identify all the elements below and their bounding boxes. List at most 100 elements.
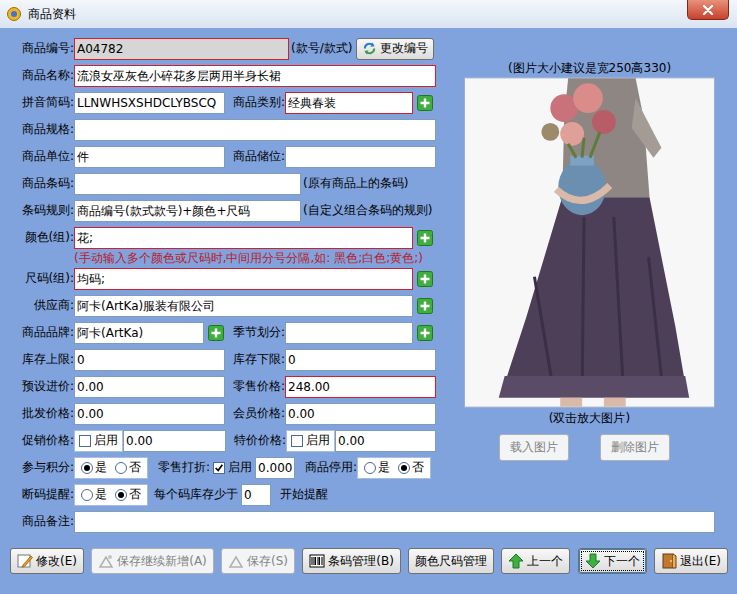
sizes-field[interactable]: 均码; bbox=[74, 268, 413, 290]
separator-hint: (手动输入多个颜色或尺码时,中间用分号分隔,如: 黑色;白色;黄色;) bbox=[74, 251, 436, 265]
change-code-button[interactable]: 更改编号 bbox=[356, 38, 434, 60]
brand-field[interactable]: 阿卡(ArtKa) bbox=[74, 322, 204, 344]
image-button[interactable]: 载入图片 bbox=[499, 434, 569, 461]
code-field[interactable]: A04782 bbox=[74, 38, 289, 60]
spec-row: 商品规格: bbox=[8, 116, 436, 143]
field-note: (自定义组合条码的规则) bbox=[303, 202, 432, 219]
stock-min-field[interactable]: 0 bbox=[285, 349, 436, 371]
add-supplier-button[interactable] bbox=[417, 298, 433, 314]
radio-option[interactable]: 是 bbox=[81, 486, 107, 503]
discount-field[interactable]: 0.000 bbox=[255, 457, 295, 479]
stopped-radio-group: 是否 bbox=[357, 457, 431, 479]
down-arrow-icon bbox=[585, 553, 601, 569]
toolbar-button[interactable]: 上一个 bbox=[501, 548, 570, 574]
barcode-icon bbox=[309, 553, 325, 569]
supplier-row: 供应商:阿卡(ArtKa)服装有限公司 bbox=[8, 292, 436, 319]
field-label: 拼音简码: bbox=[8, 94, 74, 111]
close-icon bbox=[702, 5, 714, 15]
title-bar: 商品资料 bbox=[0, 0, 737, 28]
add-color-button[interactable] bbox=[417, 230, 433, 246]
field-label: 供应商: bbox=[8, 297, 74, 314]
window-title: 商品资料 bbox=[28, 6, 76, 23]
remark-field[interactable] bbox=[74, 511, 715, 533]
field-label: 颜色(组): bbox=[8, 229, 74, 246]
plus-icon bbox=[417, 271, 433, 287]
toolbar-button[interactable]: 退出(E) bbox=[654, 548, 728, 574]
product-window: 商品资料商品编号:A04782(款号/款式)更改编号商品名称:流浪女巫灰色小碎花… bbox=[0, 0, 737, 594]
field-label: 商品名称: bbox=[8, 67, 74, 84]
alert-threshold-field[interactable]: 0 bbox=[241, 484, 271, 506]
unit-field[interactable]: 件 bbox=[74, 146, 225, 168]
pinyin-row: 拼音简码:LLNWHSXSHDCLYBSCQ商品类别:经典春装 bbox=[8, 89, 436, 116]
field-label: 库存下限: bbox=[225, 351, 285, 368]
wholesale-price-field[interactable]: 0.00 bbox=[74, 403, 225, 425]
refresh-icon bbox=[362, 41, 377, 56]
promo-price-field[interactable]: 0.00 bbox=[123, 430, 226, 452]
field-label: 商品类别: bbox=[225, 94, 285, 111]
field-label: 促销价格: bbox=[8, 432, 74, 449]
remark-row: 商品备注: bbox=[0, 508, 737, 535]
discount-enable-checkbox[interactable]: 启用 bbox=[210, 457, 255, 479]
location-field[interactable] bbox=[285, 146, 436, 168]
plus-icon bbox=[417, 95, 433, 111]
supplier-field[interactable]: 阿卡(ArtKa)服装有限公司 bbox=[74, 295, 413, 317]
close-button[interactable] bbox=[687, 0, 729, 20]
field-note: (原有商品上的条码) bbox=[303, 175, 408, 192]
field-label: 商品规格: bbox=[8, 121, 74, 138]
radio-dot bbox=[115, 462, 127, 474]
checkbox-box bbox=[213, 462, 225, 474]
radio-option[interactable]: 是 bbox=[81, 459, 107, 476]
season-field[interactable] bbox=[285, 322, 413, 344]
cost-price-field[interactable]: 0.00 bbox=[74, 376, 225, 398]
add-category-button[interactable] bbox=[417, 95, 433, 111]
radio-option[interactable]: 是 bbox=[364, 459, 390, 476]
name-field[interactable]: 流浪女巫灰色小碎花多层两用半身长裙 bbox=[74, 65, 436, 87]
retail-price-field[interactable]: 248.00 bbox=[285, 376, 436, 398]
barcode-field[interactable] bbox=[74, 173, 301, 195]
field-label: 商品储位: bbox=[225, 148, 285, 165]
checkbox-box bbox=[291, 435, 303, 447]
toolbar-button[interactable]: 条码管理(B) bbox=[302, 548, 401, 574]
member-price-field[interactable]: 0.00 bbox=[285, 403, 436, 425]
image-size-hint: (图片大小建议是宽250高330) bbox=[508, 61, 671, 75]
field-label: 商品停用: bbox=[305, 459, 357, 476]
toolbar-button[interactable]: 保存(S) bbox=[221, 548, 295, 574]
price-row: 预设进价:0.00零售价格:248.00 bbox=[8, 373, 436, 400]
radio-option[interactable]: 否 bbox=[115, 459, 141, 476]
image-button[interactable]: 删除图片 bbox=[600, 434, 670, 461]
colors-field[interactable]: 花; bbox=[74, 227, 413, 249]
radio-option[interactable]: 否 bbox=[115, 486, 141, 503]
toolbar-button[interactable]: 保存继续新增(A) bbox=[91, 548, 214, 574]
radio-dot bbox=[115, 489, 127, 501]
field-label: 商品编号: bbox=[8, 40, 74, 57]
special-enable-checkbox[interactable]: 启用 bbox=[286, 430, 335, 452]
alert-prefix: 每个码库存少于 bbox=[154, 486, 238, 503]
special-price-field[interactable]: 0.00 bbox=[335, 430, 436, 452]
toolbar-button[interactable]: 修改(E) bbox=[10, 548, 84, 574]
add-season-button[interactable] bbox=[417, 325, 433, 341]
add-brand-button[interactable] bbox=[208, 325, 224, 341]
field-label: 商品备注: bbox=[8, 513, 74, 530]
radio-option[interactable]: 否 bbox=[398, 459, 424, 476]
field-label: 尺码(组): bbox=[8, 270, 74, 287]
barcode-rule-field[interactable]: 商品编号(款式款号)+颜色+尺码 bbox=[74, 200, 301, 222]
image-buttons: 载入图片 删除图片 bbox=[499, 434, 670, 461]
promo-enable-checkbox[interactable]: 启用 bbox=[74, 430, 123, 452]
unit-row: 商品单位:件商品储位: bbox=[8, 143, 436, 170]
stock-max-field[interactable]: 0 bbox=[74, 349, 225, 371]
field-label: 会员价格: bbox=[225, 405, 285, 422]
toolbar-button[interactable]: 颜色尺码管理 bbox=[408, 548, 494, 574]
category-field[interactable]: 经典春装 bbox=[285, 92, 413, 114]
checkbox-box bbox=[79, 435, 91, 447]
up-arrow-icon bbox=[508, 553, 524, 569]
radio-dot bbox=[81, 462, 93, 474]
product-photo[interactable] bbox=[464, 77, 715, 408]
toolbar-button[interactable]: 下一个 bbox=[578, 548, 647, 574]
size-alert-radio-group: 是否 bbox=[74, 484, 148, 506]
spec-field[interactable] bbox=[74, 119, 436, 141]
add-size-button[interactable] bbox=[417, 271, 433, 287]
pencil-icon bbox=[17, 553, 33, 569]
promo-row: 促销价格:启用0.00特价价格:启用0.00 bbox=[8, 427, 436, 454]
pinyin-field[interactable]: LLNWHSXSHDCLYBSCQ bbox=[74, 92, 225, 114]
form-body: 商品编号:A04782(款号/款式)更改编号商品名称:流浪女巫灰色小碎花多层两用… bbox=[0, 28, 737, 594]
